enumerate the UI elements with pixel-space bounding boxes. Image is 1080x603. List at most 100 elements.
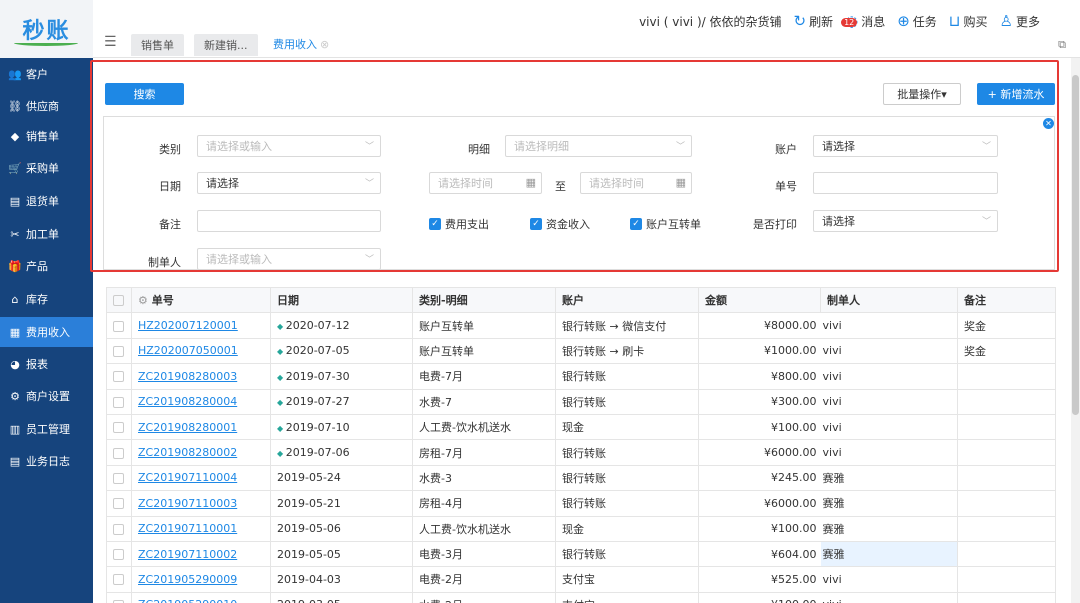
record-number-link[interactable]: ZC201908280002	[131, 439, 271, 466]
sidebar-item-label: 商户设置	[26, 390, 70, 403]
tab-close-icon[interactable]: ⊗	[320, 38, 329, 51]
record-number-link[interactable]: ZC201907110003	[131, 490, 271, 517]
category-cell: 电费-3月	[412, 540, 556, 568]
sidebar-item[interactable]: ⌂ 库存	[0, 284, 93, 314]
column-header[interactable]: 备注	[957, 286, 1056, 314]
table-row[interactable]: ZC201905290010 2019-03-05 水费-2月支付宝¥100.00v…	[106, 591, 1056, 603]
sidebar-item[interactable]: ▥ 员工管理	[0, 414, 93, 444]
logo[interactable]: 秒账	[0, 0, 93, 58]
table-row[interactable]: HZ202007050001 ◆ 2020-07-05 账户互转单 银行转账 → 刷卡…	[106, 337, 1056, 365]
table-row[interactable]: ZC201907110002 2019-05-05 电费-3月 银行转账 ¥604.00…	[106, 540, 1056, 568]
date-cell: 2019-05-24	[270, 464, 413, 492]
row-checkbox[interactable]	[113, 371, 124, 383]
table-row[interactable]: ZC201908280003 ◆ 2019-07-30 电费-7月 银行转账 ¥800.…	[106, 363, 1056, 390]
row-checkbox-cell[interactable]	[106, 439, 132, 466]
sidebar-item[interactable]: 🎁 产品	[0, 251, 93, 281]
settings-icon[interactable]: ⚙	[138, 294, 148, 307]
sidebar-item[interactable]: ◕ 报表	[0, 349, 93, 379]
record-number-link[interactable]: ZC201908280003	[131, 363, 271, 390]
category-cell: 电费-2月	[412, 566, 556, 593]
column-header[interactable]: ⚙ 单号	[131, 286, 271, 314]
row-checkbox[interactable]	[113, 472, 124, 484]
select-all-checkbox[interactable]	[113, 295, 124, 307]
tab-sales-order[interactable]: 销售单	[131, 34, 184, 56]
column-header[interactable]: 日期	[270, 286, 413, 314]
sidebar-item[interactable]: ⛓ 供应商	[0, 91, 93, 121]
account-cell: 银行转账	[555, 464, 699, 492]
table-row[interactable]: ZC201908280001 ◆ 2019-07-10 人工费-饮水机送水 现金 ¥10…	[106, 413, 1056, 441]
row-checkbox[interactable]	[113, 549, 124, 561]
column-header[interactable]: 账户	[555, 286, 699, 314]
record-number-link[interactable]: ZC201907110004	[131, 464, 271, 492]
row-checkbox-cell[interactable]	[106, 591, 132, 603]
row-checkbox-cell[interactable]	[106, 363, 132, 390]
row-checkbox[interactable]	[113, 447, 124, 459]
table-row[interactable]: ZC201907110004 2019-05-24 水费-3 银行转账 ¥245.00 赛…	[106, 464, 1056, 492]
table-row[interactable]: ZC201907110003 2019-05-21 房租-4月 银行转账 ¥6000.0…	[106, 490, 1056, 517]
sidebar-item[interactable]: ⚙ 商户设置	[0, 381, 93, 411]
scrollbar-thumb[interactable]	[1072, 75, 1079, 415]
record-number-link[interactable]: ZC201908280001	[131, 413, 271, 441]
sidebar-item[interactable]: ◆ 销售单	[0, 121, 93, 151]
row-checkbox-cell[interactable]	[106, 312, 132, 339]
row-checkbox[interactable]	[113, 498, 124, 510]
record-number-link[interactable]: HZ202007050001	[131, 337, 271, 365]
sidebar-item-label: 销售单	[26, 130, 59, 143]
sidebar-item[interactable]: ▤ 业务日志	[0, 446, 93, 476]
row-checkbox-cell[interactable]	[106, 515, 132, 542]
note-cell	[957, 540, 1056, 568]
maker-cell: vivi	[820, 413, 958, 441]
row-checkbox-cell[interactable]	[106, 337, 132, 365]
column-header[interactable]: 类别-明细	[412, 286, 556, 314]
column-header[interactable]: 制单人	[820, 286, 958, 314]
row-checkbox[interactable]	[113, 320, 124, 332]
account-cell: 银行转账	[555, 388, 699, 415]
record-number-link[interactable]: ZC201905290010	[131, 591, 271, 603]
messages-button[interactable]: ◌12消息	[841, 12, 885, 30]
select-all-cell[interactable]	[106, 286, 132, 314]
more-button[interactable]: ♙ 更多	[1000, 12, 1040, 30]
record-number-link[interactable]: HZ202007120001	[131, 312, 271, 339]
table-row[interactable]: ZC201908280004 ◆ 2019-07-27 水费-7 银行转账 ¥300.0…	[106, 388, 1056, 415]
tasks-button[interactable]: ⊕ 任务	[897, 12, 937, 30]
row-checkbox-cell[interactable]	[106, 540, 132, 568]
table-row[interactable]: ZC201905290009 2019-04-03 电费-2月 支付宝 ¥525.00 v…	[106, 566, 1056, 593]
sidebar-item[interactable]: ▤ 退货单	[0, 186, 93, 216]
row-checkbox[interactable]	[113, 345, 124, 357]
maker-cell: 赛雅	[820, 490, 958, 517]
sidebar-item-label: 报表	[26, 358, 48, 371]
buy-button[interactable]: ⊔ 购买	[949, 12, 988, 30]
row-checkbox-cell[interactable]	[106, 490, 132, 517]
record-number-link[interactable]: ZC201908280004	[131, 388, 271, 415]
row-checkbox-cell[interactable]	[106, 566, 132, 593]
date-text: 2019-05-21	[277, 496, 341, 510]
refresh-button[interactable]: ↻ 刷新	[794, 12, 834, 30]
column-header[interactable]: 金额	[698, 286, 821, 314]
record-number-link[interactable]: ZC201905290009	[131, 566, 271, 593]
sidebar-item[interactable]: 👥 客户	[0, 59, 93, 89]
sidebar-item-label: 退货单	[26, 195, 59, 208]
row-checkbox-cell[interactable]	[106, 388, 132, 415]
row-checkbox[interactable]	[113, 396, 124, 408]
record-number-link[interactable]: ZC201907110002	[131, 540, 271, 568]
tab-expense-income[interactable]: 费用收入 ⊗	[263, 34, 340, 56]
account-cell: 现金	[555, 515, 699, 542]
date-text: 2019-04-03	[277, 572, 341, 586]
sidebar-item[interactable]: ✂ 加工单	[0, 219, 93, 249]
row-checkbox[interactable]	[113, 523, 124, 535]
row-checkbox[interactable]	[113, 574, 124, 586]
logo-swoosh	[14, 40, 78, 46]
fullscreen-icon[interactable]: ⧉	[1058, 38, 1066, 52]
table-row[interactable]: ZC201907110001 2019-05-06 人工费-饮水机送水 现金 ¥100.…	[106, 515, 1056, 542]
sidebar-item[interactable]: 🛒 采购单	[0, 153, 93, 183]
menu-toggle-icon[interactable]: ☰	[104, 34, 117, 50]
record-number-link[interactable]: ZC201907110001	[131, 515, 271, 542]
row-checkbox[interactable]	[113, 422, 124, 434]
sidebar-item[interactable]: ▦ 费用收入	[0, 317, 93, 347]
table-row[interactable]: HZ202007120001 ◆ 2020-07-12 账户互转单 银行转账 → 微信…	[106, 312, 1056, 339]
table-row[interactable]: ZC201908280002 ◆ 2019-07-06 房租-7月 银行转账 ¥6000…	[106, 439, 1056, 466]
highlight-box	[90, 60, 1059, 272]
row-checkbox-cell[interactable]	[106, 464, 132, 492]
tab-new-sales[interactable]: 新建销...	[194, 34, 258, 56]
row-checkbox-cell[interactable]	[106, 413, 132, 441]
